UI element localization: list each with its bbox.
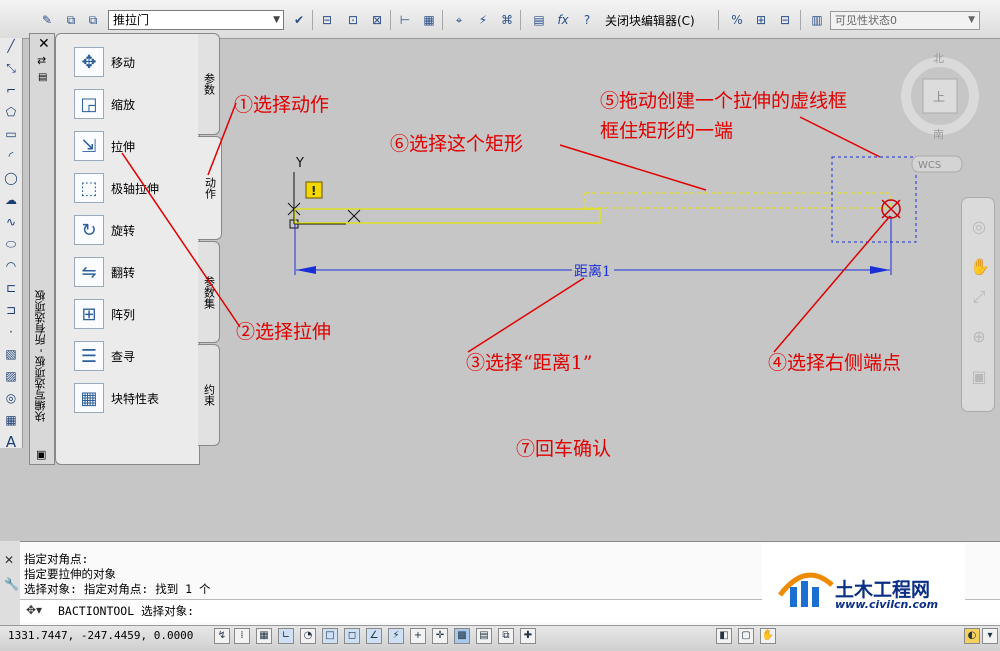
dimension-label[interactable]: 距离1 xyxy=(574,263,611,280)
ucs-icon xyxy=(287,172,361,229)
view-cube[interactable]: 上 xyxy=(901,57,979,135)
close-icon[interactable]: ✕ xyxy=(4,553,14,567)
command-window-sidebar: ✕ 🔧 xyxy=(0,541,20,625)
status-menu-icon[interactable]: ▾ xyxy=(982,628,998,644)
command-history-line: 选择对象: 指定对角点: 找到 1 个 xyxy=(24,582,211,596)
annotation-step-3: ③选择“距离1” xyxy=(466,352,593,374)
endpoint-marker[interactable] xyxy=(881,199,901,219)
pan-icon[interactable]: ✋ xyxy=(970,258,990,276)
warning-icon[interactable]: ! xyxy=(305,181,323,199)
drawing-canvas: Y ! 距离1 上 北 南 WCS xyxy=(121,52,979,353)
annotation-step-2: ②选择拉伸 xyxy=(236,321,332,343)
selection-cycling-icon[interactable]: ⧉ xyxy=(498,628,514,644)
orbit-icon[interactable]: ⊕ xyxy=(970,328,988,346)
annotation-step-1: ①选择动作 xyxy=(234,94,330,116)
compass-south: 南 xyxy=(933,128,944,141)
command-prompt: BACTIONTOOL 选择对象: xyxy=(58,604,195,618)
command-history-line: 指定对角点: xyxy=(24,552,89,566)
block-rectangle[interactable] xyxy=(294,208,601,224)
stretch-preview xyxy=(584,192,891,209)
otrack-icon[interactable]: ∠ xyxy=(366,628,382,644)
layout-icon[interactable]: ▢ xyxy=(738,628,754,644)
grid-icon[interactable]: ▦ xyxy=(256,628,272,644)
annotation-step-4: ④选择右侧端点 xyxy=(768,352,902,374)
annotation-monitor-icon[interactable]: ✚ xyxy=(520,628,536,644)
transparency-icon[interactable]: ▩ xyxy=(454,628,470,644)
logo-url: www.civilcn.com xyxy=(835,598,939,611)
dynamic-input-icon[interactable]: + xyxy=(410,628,426,644)
steering-wheel-icon[interactable]: ◎ xyxy=(970,218,988,236)
zoom-icon[interactable]: ⤢ xyxy=(970,288,988,306)
svg-text:!: ! xyxy=(311,184,316,198)
quick-properties-icon[interactable]: ▤ xyxy=(476,628,492,644)
command-icon: ✥▾ xyxy=(26,603,43,617)
snap-icon[interactable]: ⁞ xyxy=(234,628,250,644)
ortho-icon[interactable]: ∟ xyxy=(278,628,294,644)
wrench-icon[interactable]: 🔧 xyxy=(4,577,19,591)
compass-north: 北 xyxy=(933,52,944,65)
annotation-step-5a: ⑤拖动创建一个拉伸的虚线框 xyxy=(600,90,848,112)
svg-text:上: 上 xyxy=(933,90,945,104)
polar-icon[interactable]: ◔ xyxy=(300,628,316,644)
showmotion-icon[interactable]: ▣ xyxy=(970,368,988,386)
annotation-step-7: ⑦回车确认 xyxy=(516,438,612,460)
infer-constraints-icon[interactable]: ↯ xyxy=(214,628,230,644)
3d-osnap-icon[interactable]: ◻ xyxy=(344,628,360,644)
dynamic-ucs-icon[interactable]: ⚡ xyxy=(388,628,404,644)
annotation-step-5b: 框住矩形的一端 xyxy=(600,120,734,142)
command-history-line: 指定要拉伸的对象 xyxy=(24,567,116,581)
workspace-icon[interactable]: ◐ xyxy=(964,628,980,644)
y-axis-label: Y xyxy=(295,156,304,171)
coordinate-readout[interactable]: 1331.7447, -247.4459, 0.0000 xyxy=(8,629,193,642)
osnap-icon[interactable]: □ xyxy=(322,628,338,644)
logo-mark xyxy=(778,572,834,607)
wcs-label: WCS xyxy=(918,160,941,171)
lineweight-icon[interactable]: ✛ xyxy=(432,628,448,644)
stretch-frame xyxy=(831,156,917,243)
model-icon[interactable]: ◧ xyxy=(716,628,732,644)
pan-status-icon[interactable]: ✋ xyxy=(760,628,776,644)
navigation-bar: ◎ ✋ ⤢ ⊕ ▣ xyxy=(961,197,995,412)
annotation-step-6: ⑥选择这个矩形 xyxy=(390,133,524,155)
